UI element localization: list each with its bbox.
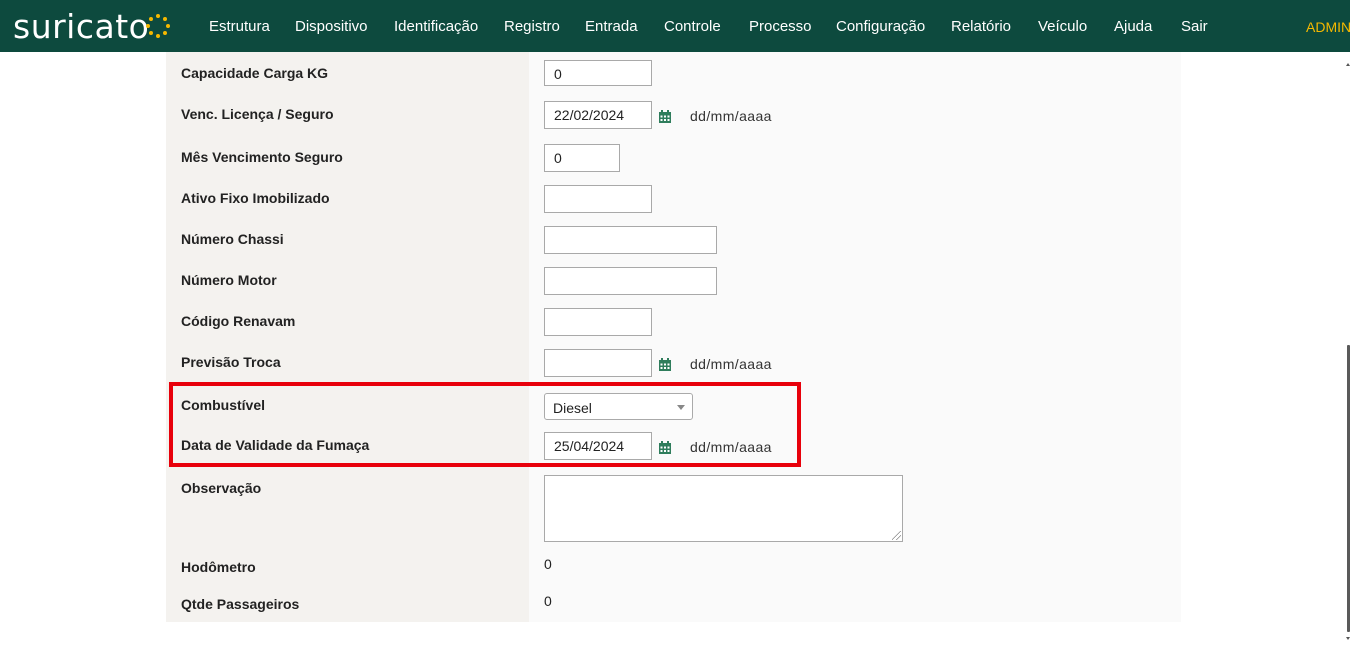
nav-identificacao[interactable]: Identificação [394, 18, 478, 35]
nav-sair[interactable]: Sair [1181, 18, 1208, 35]
label-codigo-renavam: Código Renavam [181, 313, 296, 329]
nav-processo[interactable]: Processo [749, 18, 812, 35]
observacao-textarea[interactable] [544, 475, 903, 542]
label-observacao: Observação [181, 480, 262, 496]
scroll-down-icon[interactable] [1346, 637, 1350, 640]
numero-motor-input[interactable] [544, 267, 717, 295]
user-menu-admin[interactable]: ADMIN [1306, 19, 1350, 35]
logo-text: suricato [13, 6, 150, 46]
codigo-renavam-input[interactable] [544, 308, 652, 336]
nav-controle[interactable]: Controle [664, 18, 721, 35]
nav-entrada[interactable]: Entrada [585, 18, 638, 35]
venc-licenca-date-input[interactable]: 22/02/2024 [544, 101, 652, 129]
label-venc-licenca: Venc. Licença / Seguro [181, 106, 334, 122]
nav-ajuda[interactable]: Ajuda [1114, 18, 1152, 35]
nav-configuracao[interactable]: Configuração [836, 18, 925, 35]
nav-registro[interactable]: Registro [504, 18, 560, 35]
nav-relatorio[interactable]: Relatório [951, 18, 1011, 35]
capacidade-carga-input[interactable]: 0 [544, 60, 652, 86]
label-mes-vencimento: Mês Vencimento Seguro [181, 149, 343, 165]
ativo-fixo-input[interactable] [544, 185, 652, 213]
nav-dispositivo[interactable]: Dispositivo [295, 18, 368, 35]
top-navigation-bar: suricato Estrutura Dispositivo Identific… [0, 0, 1350, 52]
highlight-box [169, 382, 801, 467]
nav-estrutura[interactable]: Estrutura [209, 18, 270, 35]
form-label-column [166, 52, 529, 622]
nav-veiculo[interactable]: Veículo [1038, 18, 1087, 35]
previsao-troca-date-input[interactable] [544, 349, 652, 377]
resize-handle-icon[interactable] [892, 531, 901, 540]
label-capacidade-carga: Capacidade Carga KG [181, 65, 329, 81]
logo-dots-icon [145, 14, 171, 40]
date-format-hint: dd/mm/aaaa [690, 108, 772, 124]
scroll-up-icon[interactable] [1346, 63, 1350, 66]
label-ativo-fixo: Ativo Fixo Imobilizado [181, 190, 330, 206]
label-previsao-troca: Previsão Troca [181, 354, 281, 370]
suricato-logo[interactable]: suricato [13, 4, 171, 48]
label-numero-motor: Número Motor [181, 272, 277, 288]
hodometro-value: 0 [544, 556, 552, 572]
numero-chassi-input[interactable] [544, 226, 717, 254]
label-qtde-passageiros: Qtde Passageiros [181, 596, 300, 612]
label-hodometro: Hodômetro [181, 559, 256, 575]
label-numero-chassi: Número Chassi [181, 231, 284, 247]
calendar-icon[interactable] [658, 358, 672, 372]
calendar-icon[interactable] [658, 110, 672, 124]
qtde-passageiros-value: 0 [544, 593, 552, 609]
date-format-hint: dd/mm/aaaa [690, 356, 772, 372]
mes-vencimento-input[interactable]: 0 [544, 144, 620, 172]
